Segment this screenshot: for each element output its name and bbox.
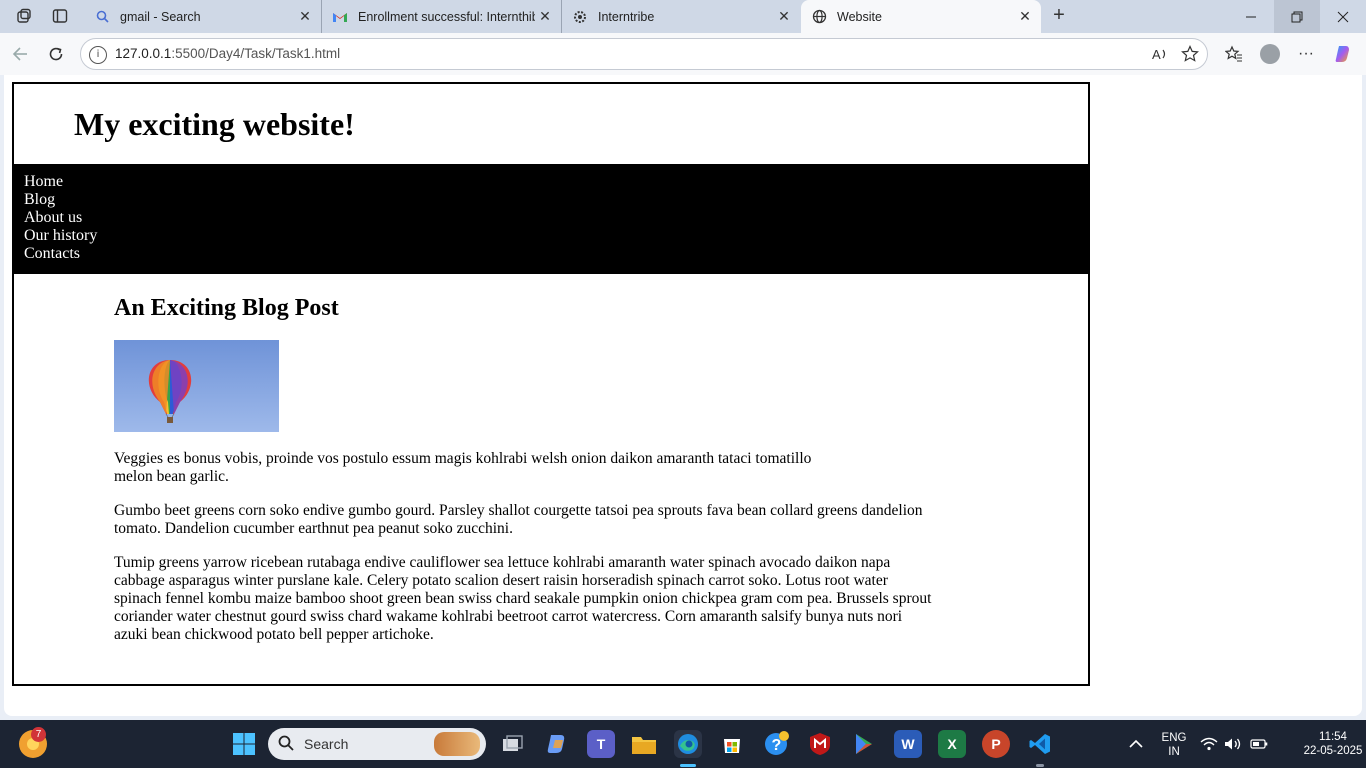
close-tab-icon[interactable]: ✕ [535, 8, 555, 25]
close-tab-icon[interactable]: ✕ [1015, 8, 1035, 25]
chevron-up-icon[interactable] [1122, 730, 1150, 758]
read-aloud-icon[interactable]: A [1151, 45, 1169, 67]
post-heading: An Exciting Blog Post [114, 295, 339, 321]
tab-title: gmail - Search [120, 9, 201, 24]
blog-post: An Exciting Blog Post Veggies es bonus v… [114, 294, 934, 660]
powerpoint-icon[interactable]: P [982, 730, 1010, 758]
tab-strip: gmail - Search ✕ Enrollment successful: … [0, 0, 1366, 33]
post-paragraph: Gumbo beet greens corn soko endive gumbo… [114, 502, 923, 537]
running-app-indicator [1036, 764, 1044, 767]
wifi-icon[interactable] [1198, 730, 1220, 758]
file-explorer-icon[interactable] [630, 730, 658, 758]
tab-website[interactable]: Website ✕ [801, 0, 1041, 33]
nav-item-home[interactable]: Home [24, 173, 1078, 191]
workspaces-icon[interactable] [10, 4, 38, 28]
site-info-icon[interactable]: i [89, 46, 107, 64]
battery-icon[interactable] [1248, 730, 1270, 758]
close-window-icon[interactable] [1320, 0, 1366, 33]
page-container: My exciting website! Home Blog About us … [12, 82, 1090, 686]
taskbar-search[interactable]: Search [268, 728, 486, 760]
microsoft-store-icon[interactable] [718, 730, 746, 758]
search-label: Search [304, 736, 349, 752]
close-tab-icon[interactable]: ✕ [295, 8, 315, 25]
restore-icon[interactable] [1274, 0, 1320, 33]
weather-badge: 7 [31, 727, 46, 742]
address-bar[interactable]: i 127.0.0.1:5500/Day4/Task/Task1.html A [80, 38, 1208, 70]
volume-icon[interactable] [1222, 730, 1244, 758]
tab-title: Website [837, 9, 882, 24]
site-nav: Home Blog About us Our history Contacts [14, 164, 1088, 274]
copilot-taskbar-icon[interactable] [543, 730, 571, 758]
tab-title: Enrollment successful: Internthibe [358, 9, 535, 24]
close-tab-icon[interactable]: ✕ [774, 8, 794, 25]
post-paragraph: Veggies es bonus vobis, proinde vos post… [114, 450, 812, 485]
task-view-icon[interactable] [499, 730, 527, 758]
google-play-icon[interactable] [850, 730, 878, 758]
site-title: My exciting website! [74, 106, 355, 142]
hot-air-balloon-image [114, 340, 279, 432]
language-indicator[interactable]: ENG IN [1156, 731, 1192, 759]
more-options-icon[interactable]: ··· [1293, 42, 1319, 66]
active-app-indicator [680, 764, 696, 767]
clock[interactable]: 11:54 22-05-2025 [1300, 730, 1366, 758]
favorites-icon[interactable] [1221, 42, 1247, 66]
svg-text:?: ? [772, 737, 782, 754]
tab-enrollment[interactable]: Enrollment successful: Internthibe ✕ [322, 0, 562, 33]
word-icon[interactable]: W [894, 730, 922, 758]
vertical-tabs-icon[interactable] [46, 4, 74, 28]
tab-interntribe[interactable]: Interntribe ✕ [562, 0, 800, 33]
vscode-icon[interactable] [1026, 730, 1054, 758]
nav-item-contacts[interactable]: Contacts [24, 245, 1078, 263]
excel-icon[interactable]: X [938, 730, 966, 758]
teams-icon[interactable]: T [587, 730, 615, 758]
globe-icon [811, 9, 827, 25]
nav-item-about-us[interactable]: About us [24, 209, 1078, 227]
nav-item-our-history[interactable]: Our history [24, 227, 1078, 245]
search-highlight-icon [434, 732, 480, 756]
edge-browser-icon[interactable] [674, 730, 702, 758]
profile-avatar[interactable] [1257, 42, 1283, 66]
search-icon [94, 9, 110, 25]
browser-toolbar: i 127.0.0.1:5500/Day4/Task/Task1.html A … [0, 33, 1366, 75]
page-viewport: My exciting website! Home Blog About us … [4, 75, 1362, 716]
back-icon[interactable] [7, 42, 33, 66]
favorite-star-icon[interactable] [1181, 45, 1199, 67]
search-icon [278, 735, 294, 755]
url-text: 127.0.0.1:5500/Day4/Task/Task1.html [115, 46, 341, 61]
tab-gmail-search[interactable]: gmail - Search ✕ [84, 0, 322, 33]
interntribe-icon [572, 9, 588, 25]
tab-title: Interntribe [598, 9, 655, 24]
taskbar: 7 Search T ? W X P ENG IN 11:54 22-05-20… [0, 720, 1366, 768]
copilot-icon[interactable] [1330, 42, 1356, 66]
start-icon[interactable] [230, 730, 258, 758]
gmail-icon [332, 9, 348, 25]
post-paragraph: Tumip greens yarrow ricebean rutabaga en… [114, 554, 932, 643]
reload-icon[interactable] [43, 42, 69, 66]
help-icon[interactable]: ? [762, 730, 790, 758]
mcafee-icon[interactable] [806, 730, 834, 758]
new-tab-icon[interactable]: + [1046, 4, 1072, 28]
svg-text:A: A [1152, 47, 1161, 62]
nav-item-blog[interactable]: Blog [24, 191, 1078, 209]
minimize-icon[interactable] [1228, 0, 1274, 33]
